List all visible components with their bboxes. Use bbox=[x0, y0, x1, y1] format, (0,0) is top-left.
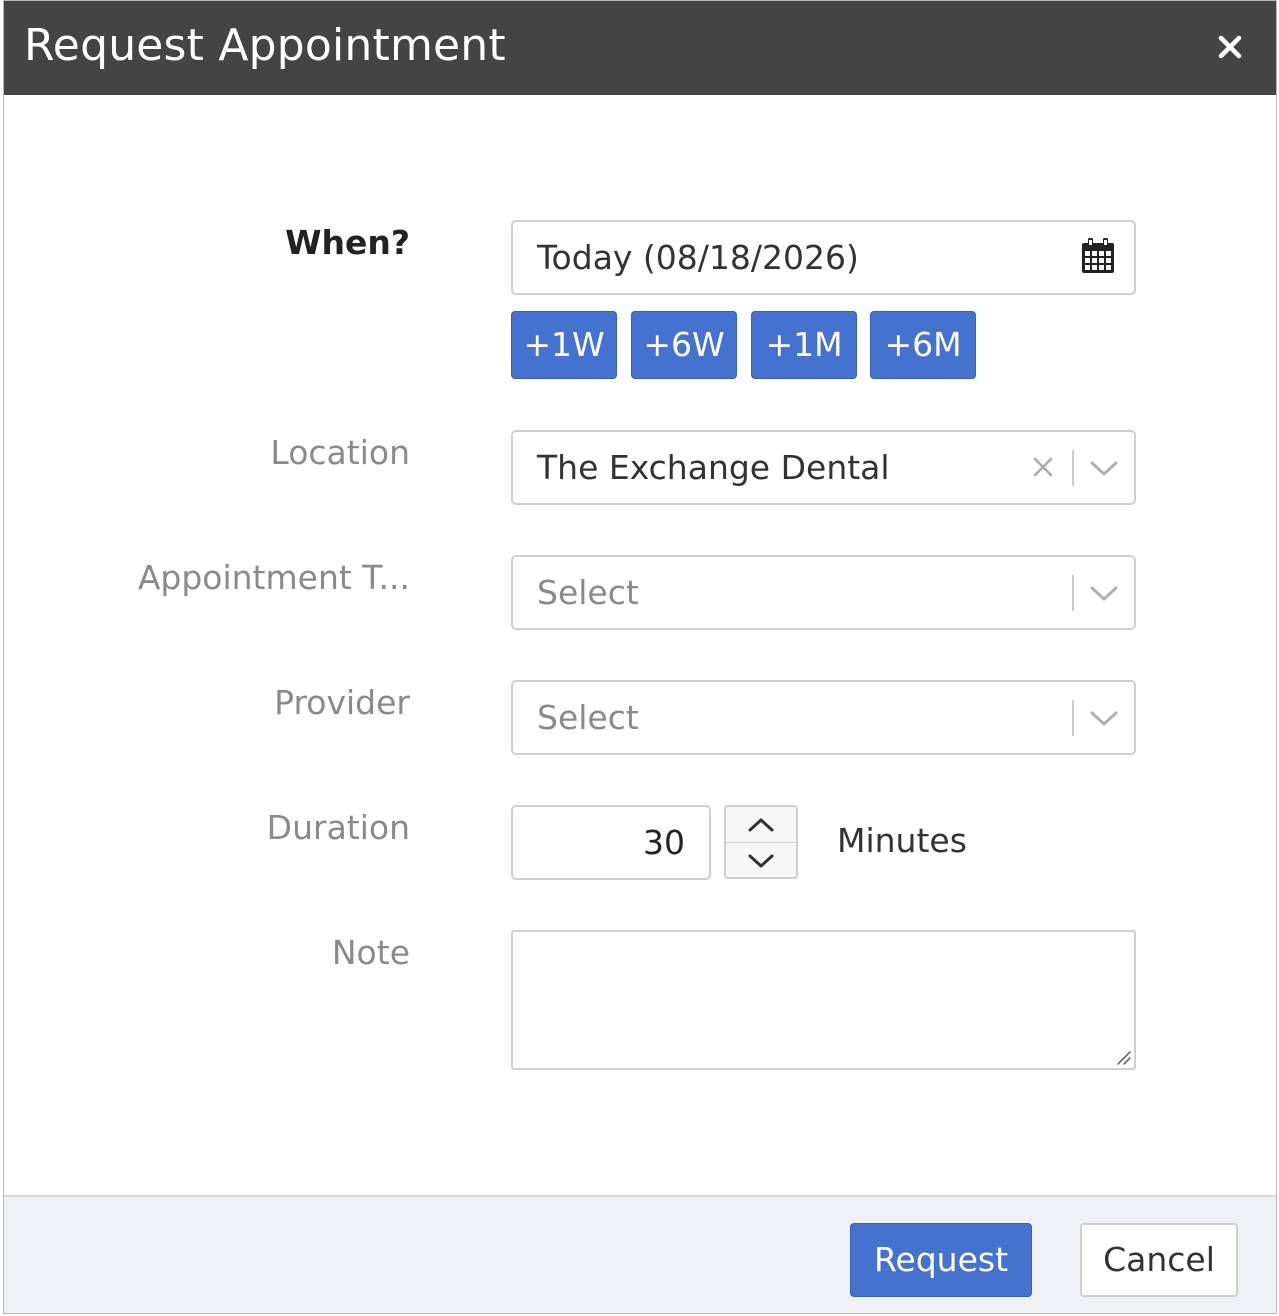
select-separator bbox=[1072, 450, 1074, 486]
cancel-button[interactable]: Cancel bbox=[1080, 1223, 1238, 1297]
duration-unit: Minutes bbox=[837, 821, 967, 860]
duration-spinner bbox=[724, 805, 798, 879]
request-button[interactable]: Request bbox=[850, 1223, 1032, 1297]
request-appointment-dialog: Request Appointment When? Today (08/18/2… bbox=[3, 0, 1277, 1314]
chevron-down-icon[interactable] bbox=[1088, 706, 1120, 730]
dialog-title: Request Appointment bbox=[24, 20, 506, 71]
calendar-icon[interactable] bbox=[1078, 236, 1118, 276]
close-icon bbox=[1218, 35, 1242, 59]
decrement-button[interactable] bbox=[726, 843, 796, 878]
plus-6-weeks-button[interactable]: +6W bbox=[631, 311, 737, 379]
plus-1-week-button[interactable]: +1W bbox=[511, 311, 617, 379]
appointment-type-select[interactable]: Select bbox=[511, 555, 1136, 630]
provider-placeholder: Select bbox=[537, 698, 639, 737]
location-select[interactable]: The Exchange Dental bbox=[511, 430, 1136, 505]
resize-grip-icon[interactable] bbox=[1114, 1048, 1132, 1066]
dialog-titlebar: Request Appointment bbox=[4, 1, 1276, 95]
location-value: The Exchange Dental bbox=[537, 448, 890, 487]
close-button[interactable] bbox=[1212, 29, 1248, 65]
date-value: Today (08/18/2026) bbox=[537, 238, 859, 277]
increment-button[interactable] bbox=[726, 807, 796, 843]
date-picker-field[interactable]: Today (08/18/2026) bbox=[511, 220, 1136, 295]
duration-label: Duration bbox=[266, 808, 410, 847]
select-separator bbox=[1072, 700, 1074, 736]
chevron-down-icon[interactable] bbox=[1088, 456, 1120, 480]
appointment-type-placeholder: Select bbox=[537, 573, 639, 612]
chevron-down-icon bbox=[748, 854, 774, 868]
note-label: Note bbox=[331, 933, 410, 972]
duration-input[interactable]: 30 bbox=[511, 805, 711, 880]
chevron-up-icon bbox=[748, 818, 774, 832]
note-textarea[interactable] bbox=[511, 930, 1136, 1070]
when-label: When? bbox=[285, 223, 410, 262]
chevron-down-icon[interactable] bbox=[1088, 581, 1120, 605]
location-label: Location bbox=[270, 433, 410, 472]
duration-value: 30 bbox=[643, 823, 685, 862]
select-separator bbox=[1072, 575, 1074, 611]
plus-1-month-button[interactable]: +1M bbox=[751, 311, 857, 379]
appointment-type-label: Appointment T... bbox=[137, 558, 410, 597]
provider-label: Provider bbox=[274, 683, 410, 722]
provider-select[interactable]: Select bbox=[511, 680, 1136, 755]
plus-6-months-button[interactable]: +6M bbox=[870, 311, 976, 379]
clear-icon[interactable] bbox=[1030, 454, 1056, 480]
